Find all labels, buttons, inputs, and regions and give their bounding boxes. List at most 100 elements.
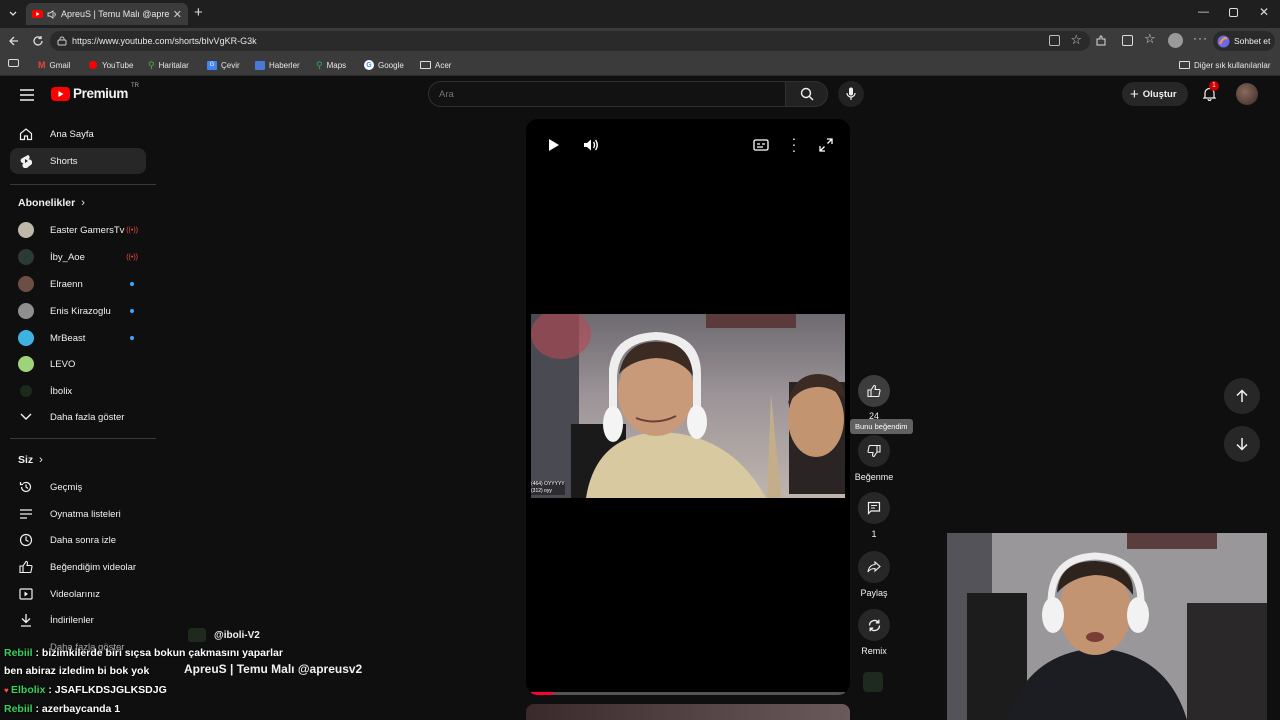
- channel-avatar: [18, 249, 34, 265]
- sound-channel-avatar[interactable]: [863, 672, 883, 692]
- voice-search-button[interactable]: [838, 81, 864, 107]
- menu-hamburger-icon[interactable]: [19, 88, 35, 102]
- fullscreen-button[interactable]: [818, 137, 834, 153]
- chevron-right-icon: ›: [39, 454, 43, 466]
- more-options-icon[interactable]: ···: [1193, 31, 1208, 45]
- play-button[interactable]: [546, 137, 562, 153]
- share-icon: [867, 560, 881, 574]
- sidebar-item-liked-videos[interactable]: Beğendiğim videolar: [10, 554, 146, 580]
- plus-icon: +: [1130, 85, 1139, 103]
- other-bookmarks-folder[interactable]: Diğer sık kullanılanlar: [1179, 58, 1270, 72]
- comment-icon: [867, 501, 881, 515]
- tab-title: ApreuS | Temu Malı @apreusv: [61, 9, 169, 19]
- youtube-logo-icon: [51, 86, 70, 101]
- bookmark-cevir[interactable]: G Çevir: [207, 58, 240, 72]
- sidebar-item-shorts[interactable]: Shorts: [10, 148, 146, 174]
- channel-avatar: [188, 628, 206, 642]
- browser-tab-active[interactable]: ApreuS | Temu Malı @apreusv ✕: [26, 3, 188, 25]
- dislike-button[interactable]: Beğenme: [852, 435, 896, 482]
- youtube-premium-logo[interactable]: Premium TR: [51, 83, 139, 101]
- captions-button[interactable]: [752, 138, 770, 152]
- address-bar[interactable]: https://www.youtube.com/shorts/bIvVgKR-G…: [50, 31, 1090, 51]
- sidebar-sub-iby-aoe[interactable]: İby_Aoe ((•)): [10, 244, 146, 270]
- sidebar-item-playlists[interactable]: Oynatma listeleri: [10, 501, 146, 527]
- sidebar-sub-levo[interactable]: LEVO: [10, 351, 146, 377]
- playlist-icon: [18, 506, 34, 522]
- bookmark-youtube[interactable]: YouTube: [88, 58, 133, 72]
- window-minimize-button[interactable]: —: [1198, 6, 1209, 18]
- bookmark-haberler[interactable]: Haberler: [255, 58, 300, 72]
- chat-message: ben abiraz izledim bi bok yok: [4, 665, 150, 677]
- remix-button[interactable]: Remix: [852, 609, 896, 656]
- notification-count-badge: 1: [1209, 81, 1219, 91]
- short-title[interactable]: ApreuS | Temu Malı @apreusv2: [184, 662, 362, 676]
- profile-avatar[interactable]: [1168, 33, 1183, 48]
- search-button[interactable]: [786, 81, 828, 107]
- sidebar-item-downloads[interactable]: İndirilenler: [10, 607, 146, 633]
- bookmark-google[interactable]: G Google: [364, 58, 404, 72]
- sidebar-sub-mrbeast[interactable]: MrBeast: [10, 325, 146, 351]
- sidebar-sub-elraenn[interactable]: Elraenn: [10, 271, 146, 297]
- favorites-icon[interactable]: ☆: [1144, 31, 1156, 47]
- window-close-button[interactable]: ✕: [1259, 5, 1269, 19]
- like-button[interactable]: 24: [852, 375, 896, 421]
- video-progress-bar[interactable]: [531, 692, 845, 695]
- new-content-dot: [130, 336, 134, 340]
- channel-handle: @iboli-V2: [214, 629, 260, 641]
- sidebar-item-home[interactable]: Ana Sayfa: [10, 121, 146, 147]
- sidebar-sub-enis-kirazoglu[interactable]: Enis Kirazoglu: [10, 298, 146, 324]
- chat-badge-icon: ♥: [4, 686, 11, 695]
- next-short-button[interactable]: [1224, 426, 1260, 462]
- new-tab-button[interactable]: +: [194, 4, 203, 21]
- home-icon: [18, 126, 34, 142]
- window-restore-button[interactable]: [1229, 8, 1238, 17]
- youtube-page: Premium TR + Oluştur 1 Ana Sayfa Shorts …: [0, 76, 1280, 720]
- sidebar-sub-easter-gamerstv[interactable]: Easter GamersTv ((•)): [10, 217, 146, 243]
- bookmark-haritalar[interactable]: ⚲ Haritalar: [148, 58, 189, 72]
- previous-short-button[interactable]: [1224, 378, 1260, 414]
- sidebar-item-your-videos[interactable]: Videolarınız: [10, 581, 146, 607]
- site-info-icon[interactable]: [57, 36, 67, 46]
- reload-icon[interactable]: [30, 33, 46, 49]
- extensions-icon[interactable]: [1094, 34, 1108, 48]
- you-section-header[interactable]: Siz ›: [18, 454, 43, 466]
- account-avatar[interactable]: [1236, 83, 1258, 105]
- notifications-button[interactable]: 1: [1199, 81, 1219, 104]
- streamer-webcam: [947, 533, 1267, 720]
- comments-button[interactable]: 1: [852, 492, 896, 539]
- volume-button[interactable]: [582, 137, 600, 153]
- tab-list-chevron-icon[interactable]: [6, 7, 20, 21]
- create-button[interactable]: + Oluştur: [1122, 82, 1188, 106]
- clock-icon: [18, 532, 34, 548]
- speaker-icon[interactable]: [47, 9, 57, 19]
- tab-close-icon[interactable]: ✕: [173, 8, 182, 21]
- copilot-button[interactable]: Sohbet et: [1213, 31, 1275, 51]
- url-text: https://www.youtube.com/shorts/bIvVgKR-G…: [72, 36, 257, 46]
- sidebar-item-history[interactable]: Geçmiş: [10, 474, 146, 500]
- bookmark-gmail[interactable]: M Gmail: [38, 58, 70, 72]
- bookmark-maps[interactable]: ⚲ Maps: [316, 58, 346, 72]
- map-pin-icon: ⚲: [148, 59, 155, 70]
- chat-message: Rebiil : azerbaycanda 1: [4, 703, 121, 715]
- share-button[interactable]: Paylaş: [852, 551, 896, 598]
- shorts-player[interactable]: · · · (464) OYYYYY (312) oyy: [526, 119, 850, 695]
- split-screen-icon[interactable]: [1122, 35, 1133, 46]
- back-arrow-icon[interactable]: [6, 33, 22, 49]
- reading-view-icon[interactable]: [8, 59, 19, 67]
- sidebar-show-more[interactable]: Daha fazla göster: [10, 404, 146, 430]
- sidebar-item-watch-later[interactable]: Daha sonra izle: [10, 527, 146, 553]
- captions-icon: [753, 139, 769, 151]
- sidebar-sub-ibolix[interactable]: İbolix: [10, 378, 146, 404]
- subscriptions-header[interactable]: Abonelikler ›: [18, 197, 85, 209]
- like-icon: [18, 559, 34, 575]
- youtube-icon: [88, 61, 98, 69]
- webcam-scene-image: [947, 533, 1267, 720]
- more-options-icon[interactable]: ···: [790, 131, 798, 157]
- bookmark-acer[interactable]: Acer: [420, 58, 451, 72]
- app-available-icon[interactable]: [1049, 35, 1060, 46]
- search-input[interactable]: [439, 87, 769, 102]
- search-box[interactable]: [428, 81, 786, 107]
- short-channel-info[interactable]: @iboli-V2: [188, 628, 260, 642]
- favorite-star-icon[interactable]: ☆: [1070, 32, 1082, 48]
- map-pin-icon: ⚲: [316, 59, 323, 70]
